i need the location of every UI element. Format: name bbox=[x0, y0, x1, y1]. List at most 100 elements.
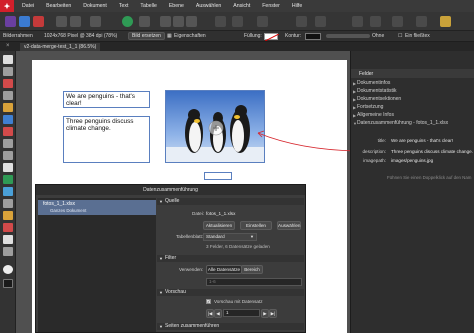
picture-frame[interactable] bbox=[165, 90, 265, 163]
title-text-frame[interactable]: We are penguins - that's clear! bbox=[63, 91, 150, 108]
sheet-select[interactable]: Standard ▼ bbox=[203, 233, 257, 241]
transparency-tool-icon[interactable] bbox=[3, 199, 13, 208]
align-center-icon[interactable] bbox=[173, 16, 184, 27]
ellipse-tool-icon[interactable] bbox=[3, 151, 13, 160]
fill-tool-icon[interactable] bbox=[3, 187, 13, 196]
move-tool-icon[interactable] bbox=[3, 55, 13, 64]
data-source-item[interactable]: fotos_1_1.xlsx Ganzes Dokument bbox=[38, 200, 156, 215]
stroke-swatch[interactable] bbox=[305, 33, 321, 40]
panel-item-allgemeine-infos[interactable]: Allgemeine Infos bbox=[357, 112, 394, 118]
section-preview[interactable]: ▼ Vorschau bbox=[157, 289, 304, 296]
rectangle-tool-icon[interactable] bbox=[3, 139, 13, 148]
range-input[interactable]: 1-6 bbox=[206, 278, 302, 286]
picture-frame-tool-icon[interactable] bbox=[3, 103, 13, 112]
color-icon[interactable] bbox=[440, 16, 451, 27]
menu-datei[interactable]: Datei bbox=[22, 3, 34, 9]
grid-icon[interactable] bbox=[139, 16, 150, 27]
panel-item-dokumentinfos[interactable]: Dokumentinfos bbox=[357, 80, 390, 86]
menu-hilfe[interactable]: Hilfe bbox=[292, 3, 302, 9]
flip-icon[interactable] bbox=[352, 16, 363, 27]
all-records-toggle[interactable]: Alle Datensätze bbox=[206, 265, 242, 274]
boolean-icon[interactable] bbox=[392, 16, 403, 27]
last-record-button[interactable]: ▶| bbox=[269, 309, 277, 318]
expand-icon[interactable]: ▶ bbox=[353, 105, 356, 110]
choose-button[interactable]: Auswählen bbox=[277, 221, 301, 230]
wrap-checkbox[interactable]: ☐ bbox=[398, 33, 402, 39]
menu-text[interactable]: Text bbox=[119, 3, 129, 9]
triangle-tool-icon[interactable] bbox=[3, 163, 13, 172]
preview-icon[interactable] bbox=[70, 16, 81, 27]
expand-icon[interactable]: ▶ bbox=[353, 97, 356, 102]
settings-button[interactable]: Einstellen bbox=[240, 221, 272, 230]
align-left-icon[interactable] bbox=[160, 16, 171, 27]
field-key-imagepath[interactable]: imagepath: bbox=[355, 158, 386, 163]
empty-frame[interactable] bbox=[204, 172, 232, 180]
fields-tab[interactable]: Felder bbox=[359, 71, 373, 77]
section-filter[interactable]: ▼ Filter bbox=[157, 255, 304, 262]
range-toggle[interactable]: Bereich bbox=[241, 265, 263, 274]
view-mode-icon[interactable] bbox=[90, 16, 101, 27]
update-button[interactable]: Aktualisieren bbox=[203, 221, 235, 230]
persona-photo-icon[interactable] bbox=[19, 16, 30, 27]
description-text-frame[interactable]: Three penguins discuss climate change. bbox=[63, 116, 150, 163]
stroke-color-icon[interactable] bbox=[3, 279, 13, 288]
settings-icon[interactable] bbox=[56, 16, 67, 27]
next-record-button[interactable]: ▶ bbox=[261, 309, 269, 318]
fill-swatch[interactable] bbox=[264, 33, 279, 41]
toolbar bbox=[0, 12, 474, 31]
section-merge-pages[interactable]: ▼ Seiten zusammenführen bbox=[157, 323, 304, 330]
text-style-icon[interactable] bbox=[416, 16, 427, 27]
section-source[interactable]: ▼ Quelle bbox=[157, 198, 304, 205]
text-frame-icon[interactable] bbox=[215, 16, 226, 27]
table-icon[interactable] bbox=[257, 16, 268, 27]
field-key-description[interactable]: description: bbox=[355, 149, 387, 154]
expand-icon[interactable]: ▶ bbox=[353, 113, 356, 118]
previous-record-button[interactable]: ◀ bbox=[214, 309, 222, 318]
menu-ebene[interactable]: Ebene bbox=[169, 3, 184, 9]
persona-designer-icon[interactable] bbox=[33, 16, 44, 27]
menu-ansicht[interactable]: Ansicht bbox=[233, 3, 250, 9]
hand-tool-icon[interactable] bbox=[3, 235, 13, 244]
align-right-icon[interactable] bbox=[186, 16, 197, 27]
frame-text-tool-icon[interactable] bbox=[3, 79, 13, 88]
close-tab-icon[interactable]: × bbox=[6, 43, 10, 49]
rotate-icon[interactable] bbox=[370, 16, 381, 27]
panel-item-datenzusammenfuehrung[interactable]: Datenzusammenführung - fotos_1_1.xlsx bbox=[357, 120, 448, 126]
place-image-tool-icon[interactable] bbox=[3, 211, 13, 220]
menu-fenster[interactable]: Fenster bbox=[262, 3, 280, 9]
shape-tool-icon[interactable] bbox=[3, 175, 13, 184]
menu-auswaehlen[interactable]: Auswählen bbox=[196, 3, 221, 9]
expand-icon[interactable]: ▶ bbox=[353, 81, 356, 86]
panel-item-dokumentstatistik[interactable]: Dokumentstatistik bbox=[357, 88, 396, 94]
field-key-title[interactable]: title: bbox=[355, 138, 386, 143]
pen-tool-icon[interactable] bbox=[3, 115, 13, 124]
stroke-width-slider[interactable] bbox=[326, 34, 370, 38]
data-source-list[interactable]: fotos_1_1.xlsx Ganzes Dokument bbox=[38, 198, 156, 332]
record-number-input[interactable]: 1 bbox=[223, 309, 260, 317]
crop-tool-icon[interactable] bbox=[3, 223, 13, 232]
order-icon[interactable] bbox=[315, 16, 326, 27]
object-type-label: Bilderrahmen bbox=[3, 33, 33, 39]
panel-item-dokumentsektionen[interactable]: Dokumentsektionen bbox=[357, 96, 401, 102]
preview-checkbox[interactable]: ✓ bbox=[206, 299, 211, 304]
document-tab[interactable]: v2-data-merge-test_1_1 (86.5%) bbox=[20, 43, 101, 51]
color-swatch-icon[interactable] bbox=[3, 265, 13, 274]
zoom-tool-icon[interactable] bbox=[3, 247, 13, 256]
arrange-icon[interactable] bbox=[296, 16, 307, 27]
picture-frame-icon[interactable] bbox=[232, 16, 243, 27]
first-record-button[interactable]: |◀ bbox=[206, 309, 214, 318]
pencil-tool-icon[interactable] bbox=[3, 127, 13, 136]
properties-button[interactable]: Eigenschaften bbox=[174, 33, 206, 39]
menu-tabelle[interactable]: Tabelle bbox=[140, 3, 156, 9]
node-tool-icon[interactable] bbox=[3, 67, 13, 76]
menu-bearbeiten[interactable]: Bearbeiten bbox=[46, 3, 71, 9]
data-merge-dialog: Datenzusammenführung fotos_1_1.xlsx Ganz… bbox=[35, 184, 306, 333]
replace-image-button[interactable]: Bild ersetzen bbox=[128, 32, 165, 40]
panel-item-fortsetzung[interactable]: Fortsetzung bbox=[357, 104, 383, 110]
table-tool-icon[interactable] bbox=[3, 91, 13, 100]
expand-icon[interactable]: ▶ bbox=[353, 89, 356, 94]
persona-publisher-icon[interactable] bbox=[5, 16, 16, 27]
properties-icon[interactable]: ▦ bbox=[167, 33, 172, 39]
snapping-icon[interactable] bbox=[122, 16, 133, 27]
menu-dokument[interactable]: Dokument bbox=[83, 3, 107, 9]
